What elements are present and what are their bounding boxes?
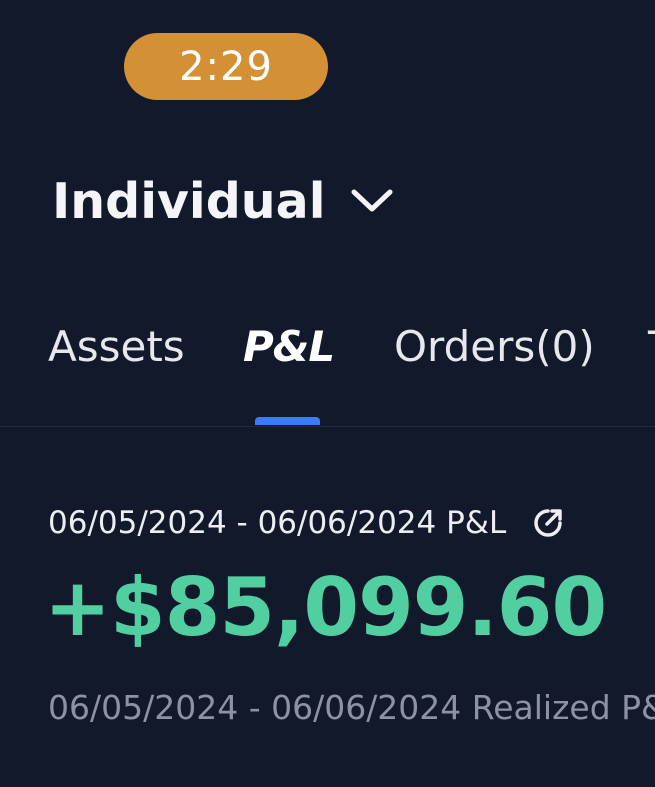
- status-time: 2:29: [179, 43, 273, 90]
- pnl-period-row: 06/05/2024 - 06/06/2024 P&L: [48, 502, 566, 544]
- tab-pnl[interactable]: P&L: [243, 322, 335, 372]
- chevron-down-icon: [350, 187, 394, 215]
- account-name: Individual: [52, 172, 326, 230]
- active-tab-indicator: [255, 417, 320, 425]
- share-icon[interactable]: [530, 505, 566, 541]
- account-switcher[interactable]: Individual: [52, 166, 394, 236]
- realized-pnl-label: 06/05/2024 - 06/06/2024 Realized P&: [48, 688, 655, 727]
- tab-assets[interactable]: Assets: [48, 322, 185, 372]
- pnl-period-label: 06/05/2024 - 06/06/2024 P&L: [48, 505, 507, 541]
- pnl-value: +$85,099.60: [44, 561, 607, 654]
- status-time-pill: 2:29: [124, 33, 328, 100]
- tab-orders[interactable]: Orders(0): [394, 322, 595, 372]
- tab-bar: Assets P&L Orders(0) T: [0, 312, 655, 427]
- tab-next-partial[interactable]: T: [648, 322, 655, 372]
